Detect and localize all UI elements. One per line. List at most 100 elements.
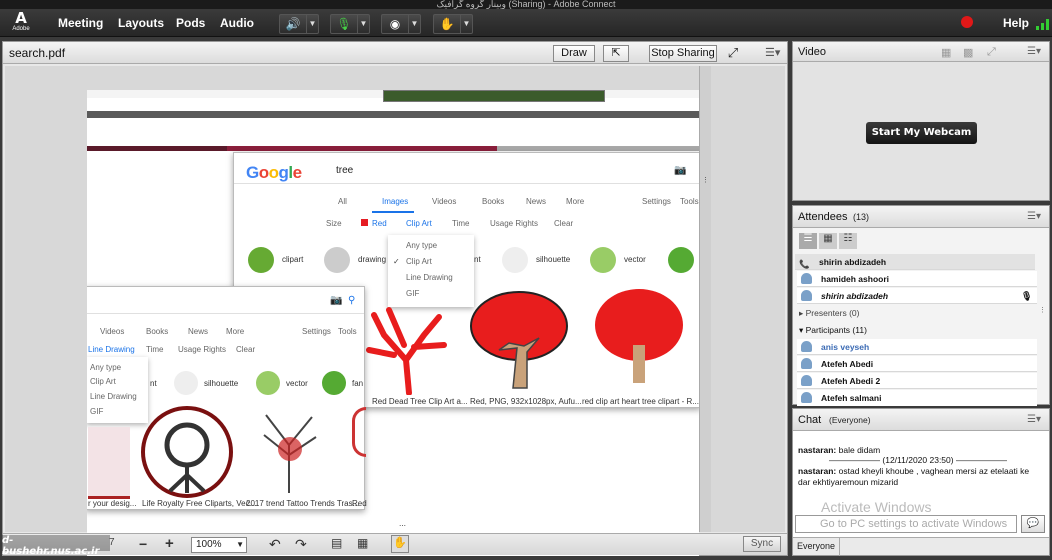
pointer-button[interactable]: ⇱ xyxy=(603,45,629,62)
caption-red: Red xyxy=(352,499,367,508)
chat-scope: (Everyone) xyxy=(829,415,871,425)
menu-audio[interactable]: Audio xyxy=(220,14,254,32)
zoom-select[interactable]: 100% ▼ xyxy=(191,537,247,553)
filter-usage-rights: Usage Rights xyxy=(178,345,227,354)
zoom-in-button[interactable]: + xyxy=(165,535,174,552)
chip-thumb xyxy=(248,247,274,273)
attendee-name: Atefeh Abedi 2 xyxy=(821,376,881,386)
page-view-icon[interactable]: ▤ xyxy=(331,536,342,550)
chat-pod: Chat (Everyone) ☰▾ nastaran: bale didam … xyxy=(792,408,1050,556)
menu-meeting[interactable]: Meeting xyxy=(58,14,103,32)
tab-news: News xyxy=(188,327,209,336)
filter-usage-rights: Usage Rights xyxy=(490,219,539,228)
message-text: bale didam xyxy=(838,445,881,455)
chevron-down-icon[interactable]: ▼ xyxy=(460,15,472,33)
hand-tool-icon[interactable]: ✋ xyxy=(391,535,409,553)
menu-layouts[interactable]: Layouts xyxy=(118,14,164,32)
user-icon xyxy=(801,341,812,352)
sync-button[interactable]: Sync xyxy=(743,536,781,552)
attendee-row[interactable]: Atefeh Abedi 2 xyxy=(797,373,1037,389)
microphone-button[interactable]: 🎙 ▼ xyxy=(330,14,370,34)
video-pod-title: Video xyxy=(798,46,826,58)
window-title: وبینار گروه گرافیک (Sharing) - Adobe Con… xyxy=(0,0,1052,9)
chat-recipient-tab[interactable]: Everyone xyxy=(797,541,835,551)
tab-books: Books xyxy=(482,197,505,206)
tab-images: Images xyxy=(382,197,409,206)
presenters-group[interactable]: ▸ Presenters (0) xyxy=(799,308,860,319)
stop-sharing-button[interactable]: Stop Sharing xyxy=(649,45,717,62)
tab-books: Books xyxy=(146,327,169,336)
list-view-icon[interactable]: ☰ xyxy=(799,233,817,249)
filter-line-drawing: Line Drawing xyxy=(88,345,135,354)
start-webcam-button[interactable]: Start My Webcam xyxy=(866,122,977,144)
breakout-view-icon[interactable]: ▦ xyxy=(819,233,837,249)
chip-vector: vector xyxy=(286,379,308,388)
attendees-pod: Attendees (13) ☰▾ ☰ ▦ ☷ 📞 shirin abdizade… xyxy=(792,205,1050,406)
chevron-down-icon[interactable]: ▼ xyxy=(306,15,318,33)
record-icon[interactable] xyxy=(961,16,973,28)
fullscreen-icon[interactable]: ⤢ xyxy=(725,45,741,61)
previous-image-fragment xyxy=(383,90,605,102)
two-page-icon[interactable]: ▦ xyxy=(357,536,368,550)
caption-royalty-free: Life Royalty Free Cliparts, Vec... xyxy=(142,499,257,508)
tools-link: Tools xyxy=(338,327,357,336)
pod-options-icon[interactable]: ☰▾ xyxy=(765,46,780,59)
participants-group[interactable]: ▾ Participants (11) xyxy=(799,325,867,336)
adobe-logo: A Adobe xyxy=(10,11,32,35)
chip-thumb xyxy=(324,247,350,273)
google-logo: Google xyxy=(246,163,302,182)
scroll-grip-icon[interactable]: ⋮ xyxy=(702,176,709,184)
filter-size: Size xyxy=(326,219,342,228)
chevron-down-icon[interactable]: ▼ xyxy=(408,15,420,33)
grid-layout-icon[interactable]: ▦ xyxy=(941,46,951,59)
raise-hand-icon: ✋ xyxy=(439,17,455,31)
tab-videos: Videos xyxy=(100,327,125,336)
camera-icon: 📷 xyxy=(674,165,687,176)
pod-options-icon[interactable]: ☰▾ xyxy=(1027,46,1041,57)
participants-label: Participants (11) xyxy=(805,325,867,335)
status-view-icon[interactable]: ☷ xyxy=(839,233,857,249)
tab-more: More xyxy=(566,197,585,206)
chip-thumb xyxy=(502,247,528,273)
draw-button[interactable]: Draw xyxy=(553,45,595,62)
attendee-row[interactable]: anis veyseh xyxy=(797,339,1037,355)
filter-time: Time xyxy=(452,219,470,228)
chip-fan: fan xyxy=(352,379,364,388)
pod-options-icon[interactable]: ☰▾ xyxy=(1027,211,1041,222)
dropdown-clip-art: Clip Art xyxy=(406,257,432,266)
message-sender: nastaran: xyxy=(798,445,837,455)
user-icon xyxy=(801,273,812,284)
zoom-out-button[interactable]: − xyxy=(139,536,147,552)
speaker-button[interactable]: 🔊 ▼ xyxy=(279,14,319,34)
chevron-down-icon[interactable]: ▼ xyxy=(357,15,369,33)
chip-thumb xyxy=(322,371,346,395)
video-pod: Video ▦ ▩ ⤢ ☰▾ Start My Webcam xyxy=(792,41,1050,201)
chat-footer: Everyone xyxy=(793,537,1049,556)
attendee-row[interactable]: Atefeh Abedi xyxy=(797,356,1037,372)
attendee-row[interactable]: shirin abdizadeh 🎙 xyxy=(797,288,1037,304)
scroll-grip-icon[interactable]: ⋮ xyxy=(1039,306,1046,314)
send-message-icon[interactable]: 💬 xyxy=(1021,515,1045,533)
attendee-count: (13) xyxy=(853,212,870,222)
raise-hand-button[interactable]: ✋ ▼ xyxy=(433,14,473,34)
tree-of-life-image xyxy=(141,406,233,498)
document-toolbar: 7 − + 100% ▼ ↶ ↷ ▤ ▦ ✋ Sync xyxy=(3,533,787,555)
fullscreen-icon[interactable]: ⤢ xyxy=(987,46,996,59)
rotate-right-icon[interactable]: ↷ xyxy=(295,536,307,553)
pod-options-icon[interactable]: ☰▾ xyxy=(1027,414,1041,425)
chip-thumb xyxy=(668,247,694,273)
caption-tattoo-trends: 2017 trend Tattoo Trends Tras... xyxy=(246,499,360,508)
menu-pods[interactable]: Pods xyxy=(176,14,205,32)
message-sender: nastaran: xyxy=(798,466,837,476)
attendee-row[interactable]: Atefeh salmani xyxy=(797,390,1037,406)
attendee-name: shirin abdizadeh xyxy=(819,257,887,267)
settings-link: Settings xyxy=(642,197,671,206)
filmstrip-layout-icon[interactable]: ▩ xyxy=(963,46,973,59)
chat-input[interactable]: Go to PC settings to activate Windows xyxy=(795,515,1017,533)
rotate-left-icon[interactable]: ↶ xyxy=(269,536,281,553)
help-menu[interactable]: Help xyxy=(1003,14,1029,32)
vertical-scrollbar[interactable]: ⋮ xyxy=(699,66,711,532)
attendee-row[interactable]: hamideh ashoori xyxy=(797,271,1037,287)
horizontal-grip-icon[interactable]: ⋯ xyxy=(399,522,406,530)
webcam-button[interactable]: ◉ ▼ xyxy=(381,14,421,34)
